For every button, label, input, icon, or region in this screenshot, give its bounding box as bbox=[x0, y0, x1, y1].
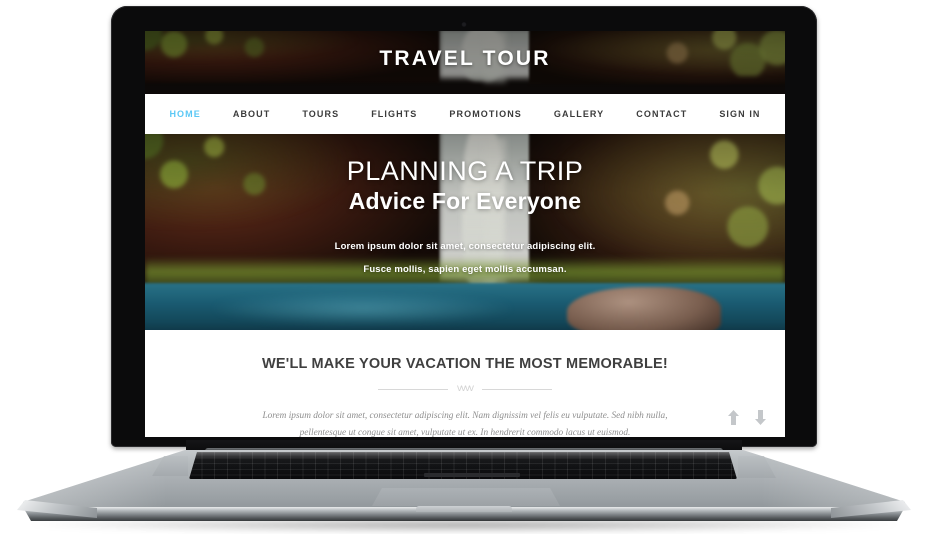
laptop-screen: TRAVEL TOUR HOME ABOUT TOURS FLIGHTS PRO… bbox=[145, 31, 785, 437]
laptop-base bbox=[0, 440, 928, 534]
hero-paragraph-line-1: Lorem ipsum dolor sit amet, consectetur … bbox=[334, 241, 596, 253]
content-heading: WE'LL MAKE YOUR VACATION THE MOST MEMORA… bbox=[262, 356, 668, 372]
section-divider: vvvv bbox=[365, 384, 565, 394]
hero-paragraph-line-2: Fusce mollis, sapien eget mollis accumsa… bbox=[363, 264, 567, 276]
hero-section: PLANNING A TRIP Advice For Everyone Lore… bbox=[145, 134, 785, 330]
arrow-down-icon[interactable] bbox=[754, 410, 767, 425]
keyboard-spacebar bbox=[424, 472, 520, 477]
keyboard-highlight bbox=[189, 452, 737, 459]
laptop-front-notch bbox=[416, 506, 512, 512]
nav-item-sign-in[interactable]: SIGN IN bbox=[703, 109, 776, 119]
nav-item-gallery[interactable]: GALLERY bbox=[538, 109, 620, 119]
nav-item-promotions[interactable]: PROMOTIONS bbox=[433, 109, 538, 119]
screenshot-stage: TRAVEL TOUR HOME ABOUT TOURS FLIGHTS PRO… bbox=[0, 0, 928, 534]
nav-item-home[interactable]: HOME bbox=[153, 109, 216, 119]
nav-item-about[interactable]: ABOUT bbox=[217, 109, 287, 119]
nav-item-tours[interactable]: TOURS bbox=[286, 109, 355, 119]
divider-zigzag-ornament: vvvv bbox=[457, 383, 474, 394]
laptop-drop-shadow bbox=[30, 520, 898, 533]
divider-line-right bbox=[482, 388, 552, 390]
laptop-lid: TRAVEL TOUR HOME ABOUT TOURS FLIGHTS PRO… bbox=[108, 3, 820, 450]
laptop-keyboard[interactable] bbox=[189, 452, 737, 479]
content-paragraph: Lorem ipsum dolor sit amet, consectetur … bbox=[262, 411, 668, 437]
scroll-controls bbox=[727, 410, 767, 425]
laptop-trackpad[interactable] bbox=[372, 488, 560, 506]
hero-heading: PLANNING A TRIP bbox=[346, 156, 584, 186]
hero-copy: PLANNING A TRIP Advice For Everyone Lore… bbox=[145, 134, 785, 330]
main-navigation: HOME ABOUT TOURS FLIGHTS PROMOTIONS GALL… bbox=[145, 94, 785, 134]
site-title: TRAVEL TOUR bbox=[379, 47, 551, 70]
arrow-up-icon[interactable] bbox=[727, 410, 740, 425]
nav-item-flights[interactable]: FLIGHTS bbox=[355, 109, 433, 119]
site-header-band: TRAVEL TOUR bbox=[145, 31, 785, 94]
hero-subheading: Advice For Everyone bbox=[348, 188, 582, 215]
webcam-icon bbox=[461, 22, 467, 27]
divider-line-left bbox=[378, 388, 448, 390]
content-section: WE'LL MAKE YOUR VACATION THE MOST MEMORA… bbox=[145, 330, 785, 437]
nav-item-contact[interactable]: CONTACT bbox=[620, 109, 703, 119]
